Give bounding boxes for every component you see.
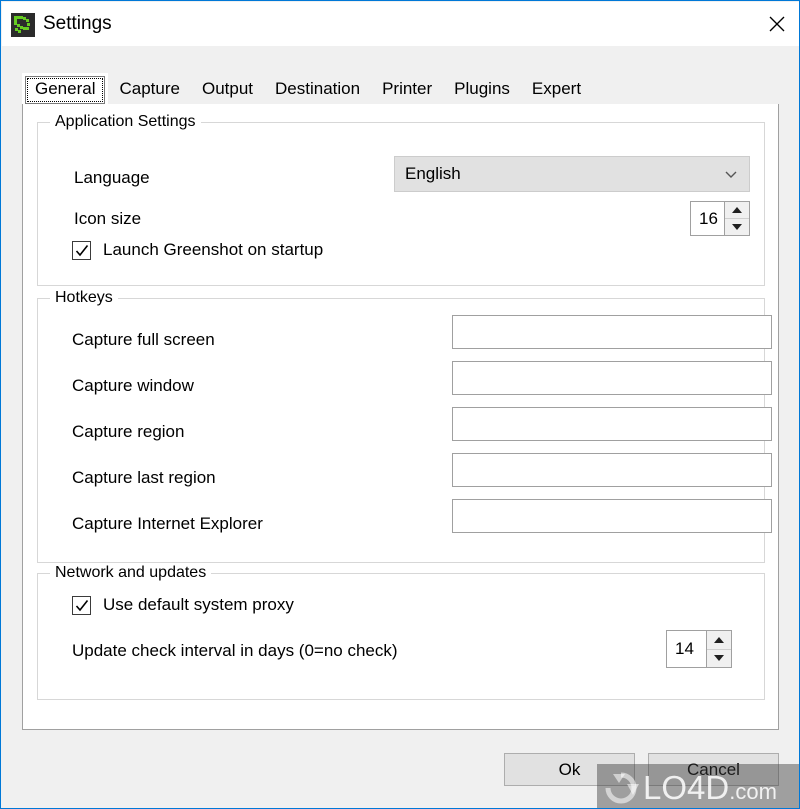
update-interval-value: 14 [675,639,694,658]
tab-capture[interactable]: Capture [108,73,191,104]
tab-printer[interactable]: Printer [371,73,444,104]
tab-general-label: General [35,79,96,98]
hotkey-label-capture-region: Capture region [72,422,185,441]
language-combobox[interactable]: English [394,156,750,192]
hotkey-input-capture-last-region[interactable] [452,453,772,487]
close-icon[interactable] [754,2,799,46]
hotkey-input-capture-window[interactable] [452,361,772,395]
icon-size-value: 16 [699,208,718,228]
hotkey-input-capture-region[interactable] [452,407,772,441]
spinner-down-icon[interactable] [707,650,731,668]
tab-expert[interactable]: Expert [520,73,593,104]
hotkey-label-capture-full-screen: Capture full screen [72,330,215,349]
tab-printer-label: Printer [382,79,433,98]
update-interval-spinner[interactable]: 14 [666,630,732,668]
group-hotkeys: Hotkeys Capture full screen Capture wind… [37,289,772,563]
icon-size-label: Icon size [74,209,142,228]
group-network-title: Network and updates [50,564,212,582]
language-label: Language [74,168,150,187]
tab-output-label: Output [201,79,254,98]
launch-on-startup-checkbox[interactable]: Launch Greenshot on startup [72,240,323,260]
spinner-up-icon[interactable] [707,631,731,650]
hotkey-label-capture-internet-explorer: Capture Internet Explorer [72,514,263,533]
chevron-down-icon [724,167,738,181]
checkbox-checked-icon [72,595,91,615]
icon-size-spinner-buttons [724,202,749,235]
tab-expert-label: Expert [531,79,582,98]
settings-window: Settings General Capture Output Destinat… [0,0,800,809]
title-bar: Settings [2,2,799,46]
update-interval-spinner-buttons [706,631,731,667]
tab-page-general: Application Settings Language English Ic… [22,104,779,730]
ok-button[interactable]: Ok [504,753,635,786]
group-hotkeys-title: Hotkeys [50,289,118,307]
launch-on-startup-label: Launch Greenshot on startup [103,240,324,259]
tab-general[interactable]: General [22,73,109,106]
greenshot-icon [11,13,35,37]
tab-destination-label: Destination [275,79,361,98]
use-default-system-proxy-checkbox[interactable]: Use default system proxy [72,595,294,615]
tab-output[interactable]: Output [190,73,265,104]
tab-plugins[interactable]: Plugins [443,73,521,104]
hotkey-input-capture-full-screen[interactable] [452,315,772,349]
language-combobox-value: English [405,164,461,183]
spinner-down-icon[interactable] [725,219,749,235]
tab-strip: General Capture Output Destination Print… [22,73,779,106]
icon-size-spinner[interactable]: 16 [690,201,750,236]
update-interval-label: Update check interval in days (0=no chec… [72,641,398,660]
tab-destination[interactable]: Destination [264,73,372,104]
group-network-and-updates: Network and updates Use default system p… [37,564,765,700]
use-default-system-proxy-label: Use default system proxy [103,595,294,614]
spinner-up-icon[interactable] [725,202,749,219]
tab-capture-label: Capture [119,79,180,98]
checkbox-checked-icon [72,240,91,260]
group-application-settings-title: Application Settings [50,113,201,131]
cancel-button[interactable]: Cancel [648,753,779,786]
group-application-settings: Application Settings Language English Ic… [37,113,765,286]
window-title: Settings [43,13,112,34]
hotkey-input-capture-internet-explorer[interactable] [452,499,772,533]
hotkey-label-capture-last-region: Capture last region [72,468,216,487]
tab-plugins-label: Plugins [454,79,510,98]
hotkey-label-capture-window: Capture window [72,376,194,395]
